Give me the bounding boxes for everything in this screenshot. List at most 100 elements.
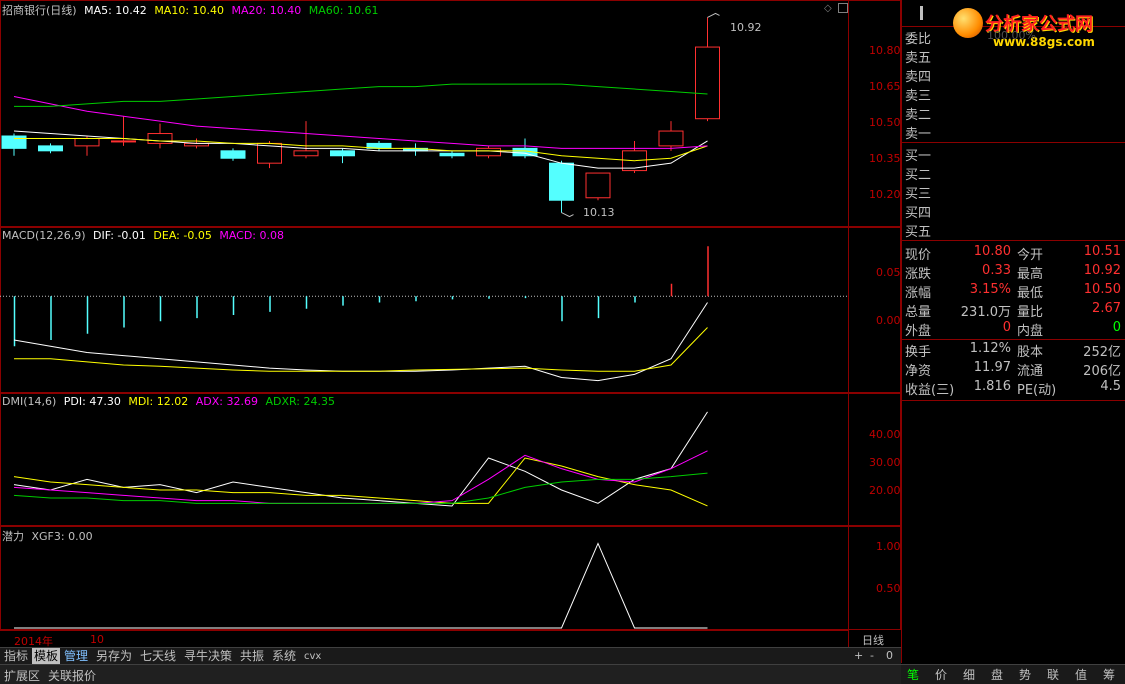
quote-value: 206亿 [1083, 364, 1121, 379]
tab-manage[interactable]: 管理 [62, 648, 90, 665]
indicator-tabs: 指标 模板 管理 另存为 七天线 寻牛决策 共振 系统 cvx [0, 647, 848, 665]
tab-indicator[interactable]: 指标 [2, 648, 30, 665]
right-tab[interactable]: 价 [935, 666, 947, 683]
buy-4: 买四 [905, 206, 932, 221]
tab-save-as[interactable]: 另存为 [94, 648, 134, 665]
right-tab[interactable]: 盘 [991, 666, 1003, 683]
candle-body [38, 145, 63, 152]
tab-seven-day[interactable]: 七天线 [138, 648, 178, 665]
quote-value: 2.67 [1092, 301, 1121, 316]
right-tab[interactable]: 值 [1075, 666, 1087, 683]
dmi-adxr: ADXR: 24.35 [265, 395, 335, 408]
right-tab[interactable]: 笔 [907, 666, 919, 683]
macd-header: MACD(12,26,9) DIF: -0.01 DEA: -0.05 MACD… [2, 229, 284, 242]
candle-body [74, 137, 100, 147]
month-label: 10 [90, 633, 104, 646]
quote-value: 252亿 [1083, 345, 1121, 360]
quote-key: 净资 [905, 364, 932, 379]
weibi-label: 委比 [905, 32, 932, 47]
ma5-label: MA5: 10.42 [84, 4, 147, 17]
dmi-line-mdi [13, 457, 708, 507]
quote-panel: 分析家公式网 www.88gs.com 委比 100.00% 卖五 卖四 卖三 … [901, 0, 1125, 663]
quote-value: 4.5 [1100, 379, 1121, 394]
ma-line-ma60 [14, 83, 708, 107]
price-tick: 10.20 [869, 188, 901, 201]
xgf-line [14, 542, 708, 629]
zoom-out-button[interactable]: - [870, 649, 874, 662]
sell-5: 卖五 [905, 51, 932, 66]
chart-canvas[interactable] [0, 0, 901, 647]
low-annotation: 10.13 [583, 206, 615, 219]
weibi-value: 100.00% [987, 29, 1036, 42]
reset-button[interactable]: 0 [886, 649, 893, 662]
quote-key: 最高 [1017, 267, 1044, 282]
xgf-value: XGF3: 0.00 [31, 530, 93, 543]
xgf-name: 潜力 [2, 530, 24, 543]
quote-value: 1.12% [969, 341, 1011, 356]
quote-key: 内盘 [1017, 324, 1044, 339]
stock-title: 招商银行(日线) [2, 4, 77, 17]
quote-value: 0 [1002, 320, 1011, 335]
tab-bull-decision[interactable]: 寻牛决策 [182, 648, 234, 665]
right-tab[interactable]: 筹 [1103, 666, 1115, 683]
buy-2: 买二 [905, 168, 932, 183]
quote-key: 流通 [1017, 364, 1044, 379]
right-tab-bar: 笔价细盘势联值筹 [901, 664, 1125, 684]
candle-body [111, 140, 136, 143]
quote-key: 最低 [1017, 286, 1044, 301]
low-arrow [561, 212, 574, 218]
sell-4: 卖四 [905, 70, 932, 85]
quote-row: 收益(三) 1.816 PE(动) 4.5 [901, 378, 1125, 398]
macd-dea: DEA: -0.05 [153, 229, 212, 242]
quote-key: 今开 [1017, 248, 1044, 263]
candle-body [439, 152, 465, 157]
macd-value: MACD: 0.08 [219, 229, 284, 242]
expand-area-button[interactable]: 扩展区 [4, 667, 40, 684]
macd-line-dea [14, 327, 708, 372]
zoom-in-button[interactable]: + [854, 649, 863, 662]
right-tab[interactable]: 联 [1047, 666, 1059, 683]
buy-list: 买一 买二 买三 买四 买五 [901, 145, 1125, 241]
weibi-row: 委比 100.00% [901, 27, 1125, 47]
ma60-label: MA60: 10.61 [308, 4, 379, 17]
quote-key: 现价 [905, 248, 932, 263]
right-tab[interactable]: 势 [1019, 666, 1031, 683]
right-tab[interactable]: 细 [963, 666, 975, 683]
quote-value: 11.97 [973, 360, 1011, 375]
candle-body [695, 46, 720, 120]
high-arrow [707, 12, 720, 18]
quote-table-2: 换手 1.12% 股本 252亿净资 11.97 流通 206亿 收益(三) 1.816 PE(动… [901, 340, 1125, 401]
tab-template[interactable]: 模板 [32, 648, 61, 665]
buy-3: 买三 [905, 187, 932, 202]
high-annotation: 10.92 [730, 21, 762, 34]
tab-cvx[interactable]: cvx [302, 648, 323, 665]
quote-row: 总量 231.0万 量比 2.67 [901, 300, 1125, 320]
quote-key: 涨跌 [905, 267, 932, 282]
quote-key: 总量 [905, 305, 932, 320]
dmi-tick: 20.00 [869, 484, 901, 497]
tab-system[interactable]: 系统 [270, 648, 298, 665]
quote-key: 涨幅 [905, 286, 932, 301]
candle-body [585, 172, 611, 199]
period-label[interactable]: 日线 [862, 632, 884, 648]
candle-body [658, 130, 684, 147]
candle-body [549, 162, 574, 201]
diamond-icon[interactable]: ◇ [824, 3, 832, 14]
quote-value: 0.33 [982, 263, 1011, 278]
quote-table: 现价 10.80 今开 10.51 涨跌 0.33 最高 10.92 涨幅 3.15% 最低 10.5… [901, 243, 1125, 340]
price-tick: 10.35 [869, 152, 901, 165]
dmi-tick: 30.00 [869, 456, 901, 469]
quote-key: 量比 [1017, 305, 1044, 320]
quote-value: 3.15% [969, 282, 1011, 297]
macd-dif: DIF: -0.01 [93, 229, 146, 242]
sell-1: 卖一 [905, 127, 932, 142]
macd-tick: 0.05 [876, 266, 901, 279]
square-icon[interactable] [838, 3, 848, 13]
candle-body [220, 150, 246, 159]
tab-resonance[interactable]: 共振 [238, 648, 266, 665]
xgf-tick: 1.00 [876, 540, 901, 553]
related-quote-button[interactable]: 关联报价 [48, 667, 96, 684]
candle-body [293, 150, 319, 157]
dmi-name: DMI(14,6) [2, 395, 57, 408]
quote-row: 换手 1.12% 股本 252亿 [901, 340, 1125, 360]
